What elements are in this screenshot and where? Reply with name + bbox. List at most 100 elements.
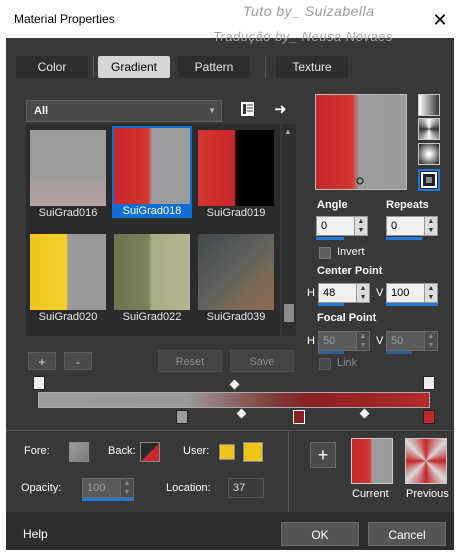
center-h-value: 48 bbox=[323, 287, 336, 299]
gallery-item[interactable]: SuiGrad019 bbox=[196, 128, 276, 220]
gallery-item[interactable]: SuiGrad022 bbox=[112, 232, 192, 324]
chevron-down-icon: ▼ bbox=[208, 106, 216, 115]
focal-point-label: Focal Point bbox=[317, 312, 377, 324]
stepper-arrows-icon[interactable]: ▲ ▼ bbox=[120, 479, 133, 497]
fore-color-swatch[interactable] bbox=[69, 442, 89, 462]
tab-color[interactable]: Color bbox=[16, 56, 88, 78]
watermark-translation: Tradução by_ Neusa Novaes bbox=[213, 29, 393, 44]
linear-gradient-icon[interactable] bbox=[418, 94, 440, 116]
remove-preset-button[interactable]: - bbox=[64, 352, 92, 370]
add-to-swatches-button[interactable]: + bbox=[310, 442, 336, 468]
fore-label: Fore: bbox=[24, 445, 50, 457]
window-title: Material Properties bbox=[14, 12, 115, 26]
tab-gradient[interactable]: Gradient bbox=[98, 56, 170, 78]
opacity-stop-marker[interactable] bbox=[33, 376, 45, 390]
tab-pattern[interactable]: Pattern bbox=[178, 56, 250, 78]
center-h-slider[interactable] bbox=[318, 303, 344, 306]
stepper-arrows-icon[interactable]: ▲ ▼ bbox=[424, 284, 437, 302]
gradient-thumbnail bbox=[112, 126, 192, 206]
focal-v-letter: V bbox=[376, 335, 384, 347]
repeats-label: Repeats bbox=[386, 199, 429, 211]
center-v-letter: V bbox=[376, 287, 384, 299]
angle-label: Angle bbox=[317, 199, 348, 211]
stepper-arrows-icon[interactable]: ▲ ▼ bbox=[356, 332, 369, 350]
cancel-button[interactable]: Cancel bbox=[368, 522, 446, 546]
gradient-preview[interactable] bbox=[315, 94, 407, 190]
location-label: Location: bbox=[166, 482, 211, 494]
stepper-arrows-icon[interactable]: ▲ ▼ bbox=[424, 217, 437, 235]
gallery-item[interactable]: SuiGrad016 bbox=[28, 128, 108, 220]
reset-button[interactable]: Reset bbox=[158, 350, 222, 372]
opacity-stop-marker[interactable] bbox=[423, 376, 435, 390]
repeats-stepper[interactable]: 0 ▲ ▼ bbox=[386, 216, 438, 236]
opacity-value: 100 bbox=[87, 482, 106, 494]
center-v-value: 100 bbox=[391, 287, 410, 299]
center-h-letter: H bbox=[307, 287, 315, 299]
color-stop-marker-selected[interactable] bbox=[293, 410, 305, 424]
focal-h-slider[interactable] bbox=[318, 351, 344, 354]
link-checkbox[interactable] bbox=[319, 358, 331, 370]
user-label: User: bbox=[183, 445, 210, 457]
center-v-stepper[interactable]: 100 ▲ ▼ bbox=[386, 283, 438, 303]
color-stop-marker[interactable] bbox=[176, 410, 188, 424]
stepper-arrows-icon[interactable]: ▲ ▼ bbox=[354, 217, 367, 235]
focal-h-stepper[interactable]: 50 ▲ ▼ bbox=[318, 331, 370, 351]
user-color-swatch[interactable] bbox=[219, 444, 235, 460]
focal-v-value: 50 bbox=[391, 335, 404, 347]
color-stop-marker[interactable] bbox=[423, 410, 435, 424]
gradient-editor-bar[interactable] bbox=[38, 392, 430, 408]
rectangular-gradient-icon[interactable] bbox=[418, 118, 440, 140]
previous-label: Previous bbox=[406, 488, 449, 500]
arrow-right-icon[interactable]: ➜ bbox=[274, 100, 292, 118]
scrollbar-thumb[interactable] bbox=[284, 304, 294, 322]
crosshair-icon bbox=[356, 177, 364, 185]
location-field[interactable]: 37 bbox=[228, 478, 264, 498]
stepper-arrows-icon[interactable]: ▲ ▼ bbox=[424, 332, 437, 350]
invert-label: Invert bbox=[337, 246, 365, 258]
gallery-item-selected[interactable]: SuiGrad018 bbox=[112, 126, 192, 218]
focal-v-stepper[interactable]: 50 ▲ ▼ bbox=[386, 331, 438, 351]
ok-button[interactable]: OK bbox=[281, 522, 359, 546]
section-divider bbox=[6, 430, 454, 431]
user-color-swatch[interactable] bbox=[243, 442, 263, 462]
save-button[interactable]: Save bbox=[230, 350, 294, 372]
opacity-slider[interactable] bbox=[82, 498, 134, 501]
gallery-item-label: SuiGrad018 bbox=[122, 205, 182, 217]
repeats-value: 0 bbox=[391, 220, 398, 232]
tab-separator bbox=[93, 56, 94, 78]
stepper-arrows-icon[interactable]: ▲ ▼ bbox=[356, 284, 369, 302]
category-dropdown[interactable]: All ▼ bbox=[26, 100, 222, 122]
current-material-preview bbox=[351, 438, 393, 484]
opacity-stepper[interactable]: 100 ▲ ▼ bbox=[82, 478, 134, 498]
gradient-thumbnail bbox=[198, 130, 274, 206]
tab-texture[interactable]: Texture bbox=[276, 56, 348, 78]
center-point-label: Center Point bbox=[317, 265, 383, 277]
scroll-up-icon[interactable]: ▲ bbox=[284, 127, 292, 136]
focal-v-slider[interactable] bbox=[386, 351, 412, 354]
add-preset-button[interactable]: + bbox=[28, 352, 56, 370]
gallery-item[interactable]: SuiGrad020 bbox=[28, 232, 108, 324]
gallery-item-label: SuiGrad020 bbox=[38, 311, 98, 323]
back-color-swatch[interactable] bbox=[140, 442, 160, 462]
angle-stepper[interactable]: 0 ▲ ▼ bbox=[316, 216, 368, 236]
repeats-slider[interactable] bbox=[386, 237, 422, 240]
link-label: Link bbox=[337, 357, 358, 369]
previous-material-preview[interactable] bbox=[405, 438, 447, 484]
center-v-slider[interactable] bbox=[386, 303, 438, 306]
list-view-icon[interactable] bbox=[240, 101, 256, 117]
location-value: 37 bbox=[233, 482, 246, 494]
close-icon[interactable]: ✕ bbox=[428, 8, 452, 32]
angle-slider[interactable] bbox=[316, 237, 344, 240]
sunburst-gradient-icon[interactable] bbox=[418, 169, 440, 191]
gallery-item[interactable]: SuiGrad039 bbox=[196, 232, 276, 324]
gallery-item-label: SuiGrad039 bbox=[206, 311, 266, 323]
tab-separator bbox=[265, 56, 266, 78]
gallery-item-label: SuiGrad016 bbox=[38, 207, 98, 219]
help-link[interactable]: Help bbox=[23, 527, 48, 541]
invert-checkbox[interactable] bbox=[319, 247, 331, 259]
gradient-thumbnail bbox=[114, 234, 190, 310]
focal-h-letter: H bbox=[307, 335, 315, 347]
radial-gradient-icon[interactable] bbox=[418, 143, 440, 165]
center-h-stepper[interactable]: 48 ▲ ▼ bbox=[318, 283, 370, 303]
angle-value: 0 bbox=[321, 220, 328, 232]
